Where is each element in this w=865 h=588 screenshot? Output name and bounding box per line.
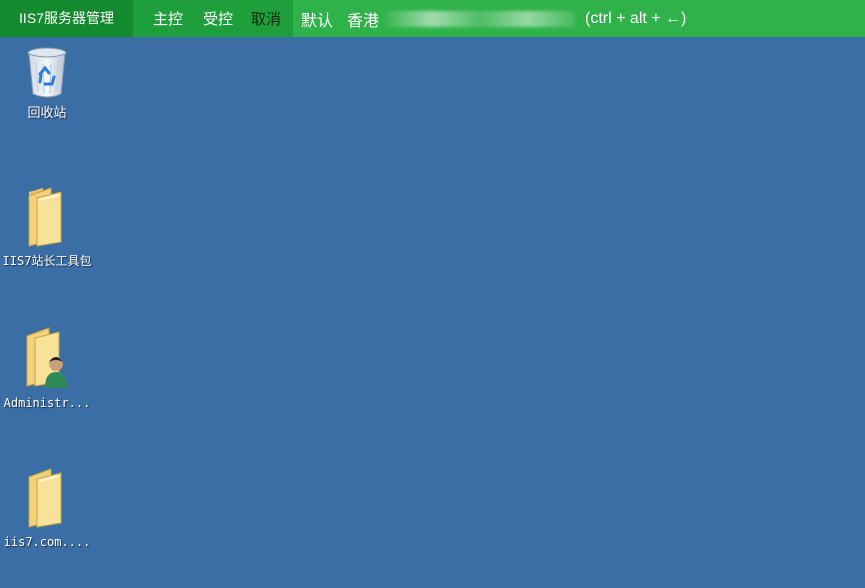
- shortcut-hint: (ctrl + alt + ←): [585, 9, 687, 27]
- control-actions: 主控 受控 取消: [133, 0, 293, 37]
- remote-control-toolbar: IIS7服务器管理 主控 受控 取消 默认 香港 (ctrl + alt + ←…: [0, 0, 865, 37]
- redacted-address: [385, 10, 576, 27]
- cancel-button[interactable]: 取消: [251, 8, 281, 29]
- app-brand[interactable]: IIS7服务器管理: [0, 0, 133, 37]
- folder-icon: [1, 186, 93, 252]
- connection-info: 默认 香港 (ctrl + alt + ←): [293, 0, 686, 37]
- master-control-button[interactable]: 主控: [153, 8, 183, 29]
- profile-label: 默认: [301, 12, 334, 30]
- desktop-icon-label: Administr...: [3, 396, 91, 410]
- user-folder-icon: [1, 326, 93, 394]
- desktop-icon-administrator[interactable]: Administr...: [1, 326, 93, 411]
- controlled-button[interactable]: 受控: [203, 8, 233, 29]
- desktop-icon-label: iis7.com....: [3, 535, 91, 549]
- recycle-bin-icon: [1, 44, 93, 104]
- folder-icon: [1, 467, 93, 533]
- desktop-icon-recycle-bin[interactable]: 回收站: [1, 44, 93, 121]
- desktop-icon-iis7-com[interactable]: iis7.com....: [1, 467, 93, 550]
- desktop-icon-label: IIS7站长工具包: [2, 254, 92, 268]
- desktop-icon-iis7-tools[interactable]: IIS7站长工具包: [1, 186, 93, 269]
- region-label: 香港: [347, 12, 380, 30]
- desktop-icon-label: 回收站: [27, 106, 67, 121]
